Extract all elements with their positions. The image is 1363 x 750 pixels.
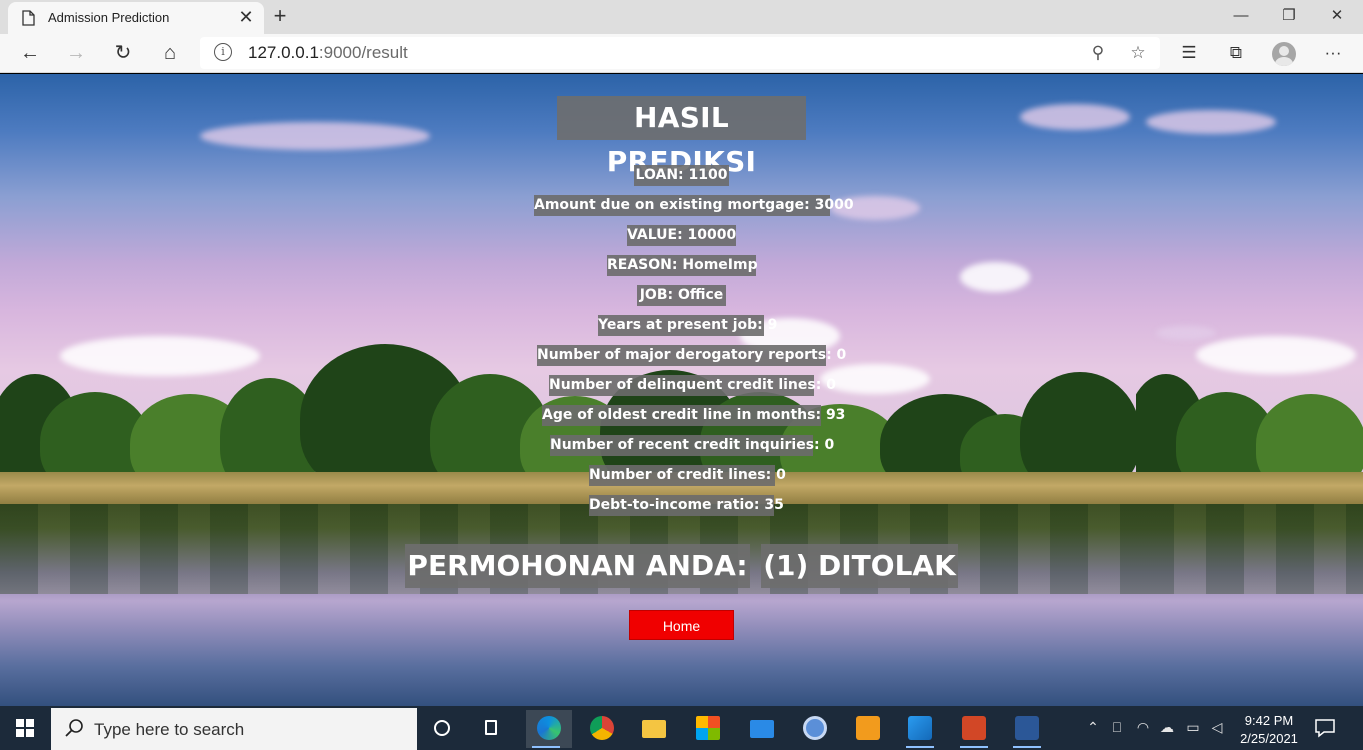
vscode-icon[interactable]: [900, 710, 940, 748]
close-window-icon[interactable]: ✕: [1314, 0, 1360, 32]
taskbar-search[interactable]: Type here to search: [51, 708, 417, 750]
store-icon[interactable]: [688, 710, 728, 748]
task-view-icon[interactable]: [474, 710, 514, 748]
file-explorer-icon[interactable]: [634, 710, 674, 748]
site-info-icon[interactable]: i: [214, 43, 232, 61]
field-debt-to-income: Debt-to-income ratio: 35: [589, 495, 784, 516]
back-icon[interactable]: ←: [15, 38, 45, 68]
restore-icon[interactable]: ❐: [1266, 0, 1312, 32]
tab-strip: Admission Prediction ✕ + — ❐ ✕: [0, 0, 1363, 34]
field-derogatory-reports: Number of major derogatory reports: 0: [537, 345, 846, 366]
search-icon: [65, 719, 83, 737]
field-reason: REASON: HomeImp: [607, 255, 758, 276]
word-icon[interactable]: [1007, 710, 1047, 748]
chrome-alt-icon[interactable]: [795, 710, 835, 748]
field-oldest-credit-line: Age of oldest credit line in months: 93: [542, 405, 845, 426]
new-tab-icon[interactable]: +: [268, 3, 292, 29]
profile-avatar[interactable]: [1272, 42, 1296, 66]
tab-title: Admission Prediction: [48, 10, 170, 25]
powerpoint-icon[interactable]: [954, 710, 994, 748]
windows-logo-icon: [16, 719, 34, 737]
url-host: 127.0.0.1: [248, 43, 319, 62]
search-placeholder: Type here to search: [94, 720, 245, 739]
field-value: VALUE: 10000: [627, 225, 736, 246]
forward-icon[interactable]: →: [61, 38, 91, 68]
refresh-icon[interactable]: ↻: [108, 38, 138, 68]
start-button[interactable]: [0, 706, 50, 750]
collections-icon[interactable]: ⧉: [1221, 38, 1251, 68]
verdict-value: (1) DITOLAK: [761, 544, 958, 588]
chrome-icon[interactable]: [582, 710, 622, 748]
clock-time[interactable]: 9:42 PM: [1237, 713, 1301, 728]
battery-icon[interactable]: ▭: [1184, 718, 1202, 736]
home-icon[interactable]: ⌂: [155, 38, 185, 68]
sublime-icon[interactable]: [848, 710, 888, 748]
favorites-list-icon[interactable]: ☰: [1174, 38, 1204, 68]
notifications-icon[interactable]: [1314, 718, 1336, 738]
result-panel: HASIL PREDIKSI LOAN: 1100 Amount due on …: [0, 74, 1363, 706]
onedrive-icon[interactable]: ☁: [1158, 718, 1176, 736]
edge-icon[interactable]: [526, 710, 572, 748]
mail-icon[interactable]: [742, 710, 782, 748]
minimize-icon[interactable]: —: [1218, 0, 1264, 32]
field-mortgage-due: Amount due on existing mortgage: 3000: [534, 195, 854, 216]
verdict-label: PERMOHONAN ANDA:: [405, 544, 750, 588]
url-text: 127.0.0.1:9000/result: [248, 43, 408, 63]
field-recent-inquiries: Number of recent credit inquiries: 0: [550, 435, 834, 456]
wifi-icon[interactable]: ◠: [1134, 718, 1152, 736]
tray-chevron-icon[interactable]: ⌃: [1084, 718, 1102, 736]
url-path: :9000/result: [318, 43, 408, 62]
field-job: JOB: Office: [637, 285, 726, 306]
field-years-at-job: Years at present job: 9: [598, 315, 777, 336]
page-title: HASIL PREDIKSI: [557, 96, 806, 178]
field-delinquent-lines: Number of delinquent credit lines: 0: [549, 375, 836, 396]
field-credit-lines: Number of credit lines: 0: [589, 465, 786, 486]
windows-taskbar: Type here to search ⌃ ⎕ ◠ ☁ ▭ ◁ 9:42 PM …: [0, 706, 1363, 750]
url-field[interactable]: i 127.0.0.1:9000/result ⚲ ☆: [200, 37, 1160, 69]
home-button[interactable]: Home: [629, 610, 734, 640]
field-loan: LOAN: 1100: [634, 165, 729, 186]
page-icon: [22, 10, 35, 26]
zoom-icon[interactable]: ⚲: [1086, 41, 1110, 65]
close-tab-icon[interactable]: ✕: [236, 7, 256, 27]
tray-device-icon[interactable]: ⎕: [1108, 718, 1126, 736]
browser-tab[interactable]: Admission Prediction ✕: [8, 2, 264, 34]
clock-date[interactable]: 2/25/2021: [1233, 731, 1305, 746]
favorite-star-icon[interactable]: ☆: [1126, 41, 1150, 65]
page-viewport: HASIL PREDIKSI LOAN: 1100 Amount due on …: [0, 74, 1363, 706]
volume-icon[interactable]: ◁: [1208, 718, 1226, 736]
address-bar: ← → ↻ ⌂ i 127.0.0.1:9000/result ⚲ ☆ ☰ ⧉ …: [0, 34, 1363, 73]
cortana-icon[interactable]: [422, 710, 462, 748]
more-menu-icon[interactable]: ···: [1318, 38, 1348, 68]
